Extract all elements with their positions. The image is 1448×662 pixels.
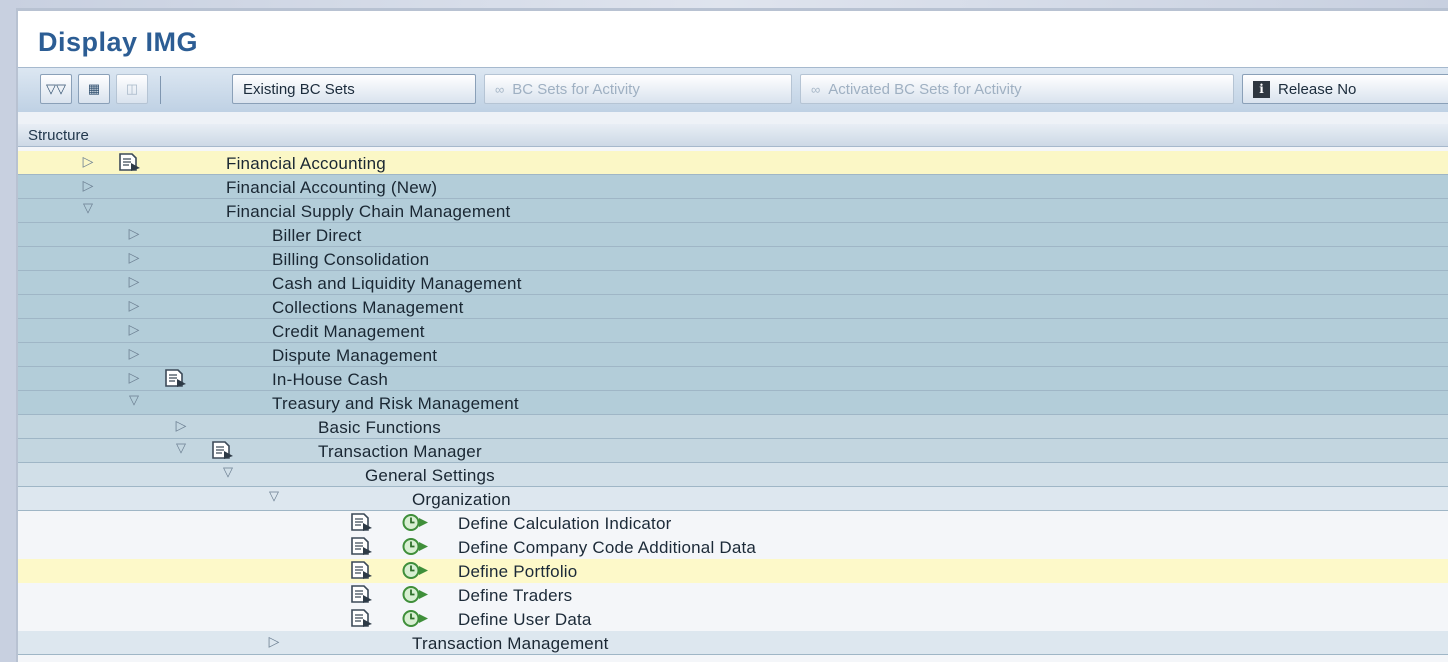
tree-node-label[interactable]: Cash and Liquidity Management <box>272 274 522 294</box>
tree-node[interactable]: ▷ Collections Management <box>18 295 1448 319</box>
collapsed-triangle-icon[interactable]: ▷ <box>126 225 142 242</box>
tree-node-label[interactable]: Financial Supply Chain Management <box>226 202 510 222</box>
documentation-icon[interactable] <box>350 537 374 556</box>
tree-node[interactable]: ▽ Organization <box>18 487 1448 511</box>
tree-node-label[interactable]: Basic Functions <box>318 418 441 438</box>
expanded-triangle-icon[interactable]: ▽ <box>126 392 142 408</box>
bc-sets-for-activity-label: BC Sets for Activity <box>512 80 640 98</box>
tree-node[interactable]: ▽ Transaction Manager <box>18 439 1448 463</box>
documentation-icon[interactable] <box>350 513 374 532</box>
tree-node[interactable]: ▷ In-House Cash <box>18 367 1448 391</box>
collapse-subtree-button[interactable]: ▦ <box>78 74 110 104</box>
release-notes-button[interactable]: i Release No <box>1242 74 1448 104</box>
tree-node[interactable]: ▷ Billing Consolidation <box>18 247 1448 271</box>
tree-node[interactable]: ▷ Transaction Management <box>18 631 1448 655</box>
expand-subtree-button[interactable]: ▽▽ <box>40 74 72 104</box>
tree-column-header: Structure <box>18 124 1448 147</box>
execute-activity-icon[interactable] <box>402 561 430 580</box>
structure-header-label: Structure <box>28 127 89 144</box>
activated-bc-sets-button[interactable]: ∞ Activated BC Sets for Activity <box>800 74 1234 104</box>
toolbar-separator <box>160 76 161 104</box>
collapsed-triangle-icon[interactable]: ▷ <box>126 297 142 314</box>
tree-node[interactable]: ▷ Biller Direct <box>18 223 1448 247</box>
collapsed-triangle-icon[interactable]: ▷ <box>80 153 96 170</box>
tree-node[interactable]: Define Traders <box>18 583 1448 607</box>
toolbar-gap <box>18 112 1448 124</box>
info-icon: i <box>1253 80 1270 98</box>
tree-node-label[interactable]: In-House Cash <box>272 370 388 390</box>
tree-node-label[interactable]: Define User Data <box>458 610 592 630</box>
documentation-icon[interactable] <box>350 609 374 628</box>
collapsed-triangle-icon[interactable]: ▷ <box>80 177 96 194</box>
tree-node[interactable]: ▷ Financial Accounting <box>18 151 1448 175</box>
tree-node-label[interactable]: Collections Management <box>272 298 464 318</box>
title-bar: Display IMG <box>18 11 1448 67</box>
documentation-icon[interactable] <box>350 585 374 604</box>
find-icon: ◫ <box>125 81 139 96</box>
tree-node[interactable]: Define User Data <box>18 607 1448 631</box>
tree-node-label[interactable]: Define Portfolio <box>458 562 577 582</box>
collapsed-triangle-icon[interactable]: ▷ <box>126 249 142 266</box>
monitor-icon: ▦ <box>87 81 101 96</box>
page-title: Display IMG <box>38 27 199 57</box>
tree-node-label[interactable]: Financial Accounting (New) <box>226 178 437 198</box>
tree-node[interactable]: ▽ Treasury and Risk Management <box>18 391 1448 415</box>
tree-node-label[interactable]: Billing Consolidation <box>272 250 429 270</box>
expand-all-icon: ▽▽ <box>46 81 66 96</box>
tree-node[interactable]: ▷ Credit Management <box>18 319 1448 343</box>
activated-bc-sets-label: Activated BC Sets for Activity <box>828 80 1022 98</box>
documentation-icon[interactable] <box>118 153 142 172</box>
tree-node[interactable]: ▷ Financial Accounting (New) <box>18 175 1448 199</box>
tree-node-label[interactable]: Financial Accounting <box>226 154 386 174</box>
collapsed-triangle-icon[interactable]: ▷ <box>126 345 142 362</box>
collapsed-triangle-icon[interactable]: ▷ <box>126 273 142 290</box>
execute-activity-icon[interactable] <box>402 513 430 532</box>
tree-node-label[interactable]: Transaction Manager <box>318 442 482 462</box>
expanded-triangle-icon[interactable]: ▽ <box>220 464 236 480</box>
documentation-icon[interactable] <box>350 561 374 580</box>
tree-node-label[interactable]: Transaction Management <box>412 634 609 654</box>
tree-node-label[interactable]: Define Traders <box>458 586 572 606</box>
release-notes-label: Release No <box>1278 80 1357 98</box>
collapsed-triangle-icon[interactable]: ▷ <box>126 369 142 386</box>
img-structure-tree: ▷ Financial Accounting ▷ Financial Accounti… <box>18 151 1448 655</box>
tree-node[interactable]: Define Portfolio <box>18 559 1448 583</box>
tree-node[interactable]: Define Company Code Additional Data <box>18 535 1448 559</box>
tree-node-label[interactable]: Define Company Code Additional Data <box>458 538 756 558</box>
existing-bc-sets-label: Existing BC Sets <box>243 80 355 98</box>
tree-node[interactable]: ▷ Basic Functions <box>18 415 1448 439</box>
tree-node[interactable]: ▽ General Settings <box>18 463 1448 487</box>
bc-sets-for-activity-button[interactable]: ∞ BC Sets for Activity <box>484 74 792 104</box>
find-button[interactable]: ◫ <box>116 74 148 104</box>
existing-bc-sets-button[interactable]: Existing BC Sets <box>232 74 476 104</box>
tree-node-label[interactable]: Organization <box>412 490 511 510</box>
documentation-icon[interactable] <box>164 369 188 388</box>
expanded-triangle-icon[interactable]: ▽ <box>266 488 282 504</box>
collapsed-triangle-icon[interactable]: ▷ <box>266 633 282 650</box>
tree-node[interactable]: ▷ Cash and Liquidity Management <box>18 271 1448 295</box>
expanded-triangle-icon[interactable]: ▽ <box>80 200 96 216</box>
tree-node-label[interactable]: General Settings <box>365 466 495 486</box>
tree-node-label[interactable]: Credit Management <box>272 322 425 342</box>
collapsed-triangle-icon[interactable]: ▷ <box>126 321 142 338</box>
collapsed-triangle-icon[interactable]: ▷ <box>173 417 189 434</box>
tree-node[interactable]: Define Calculation Indicator <box>18 511 1448 535</box>
toolbar: ▽▽ ▦ ◫ Existing BC Sets ∞ BC Sets for Ac… <box>18 67 1448 113</box>
glasses-icon: ∞ <box>811 81 821 97</box>
documentation-icon[interactable] <box>211 441 235 460</box>
execute-activity-icon[interactable] <box>402 585 430 604</box>
expanded-triangle-icon[interactable]: ▽ <box>173 440 189 456</box>
tree-node-label[interactable]: Treasury and Risk Management <box>272 394 519 414</box>
glasses-icon: ∞ <box>495 81 505 97</box>
tree-node-label[interactable]: Define Calculation Indicator <box>458 514 672 534</box>
display-img-window: Display IMG ▽▽ ▦ ◫ Existing BC Sets ∞ BC… <box>16 8 1448 662</box>
tree-node[interactable]: ▷ Dispute Management <box>18 343 1448 367</box>
execute-activity-icon[interactable] <box>402 537 430 556</box>
tree-node-label[interactable]: Dispute Management <box>272 346 437 366</box>
tree-node-label[interactable]: Biller Direct <box>272 226 362 246</box>
tree-node[interactable]: ▽ Financial Supply Chain Management <box>18 199 1448 223</box>
execute-activity-icon[interactable] <box>402 609 430 628</box>
